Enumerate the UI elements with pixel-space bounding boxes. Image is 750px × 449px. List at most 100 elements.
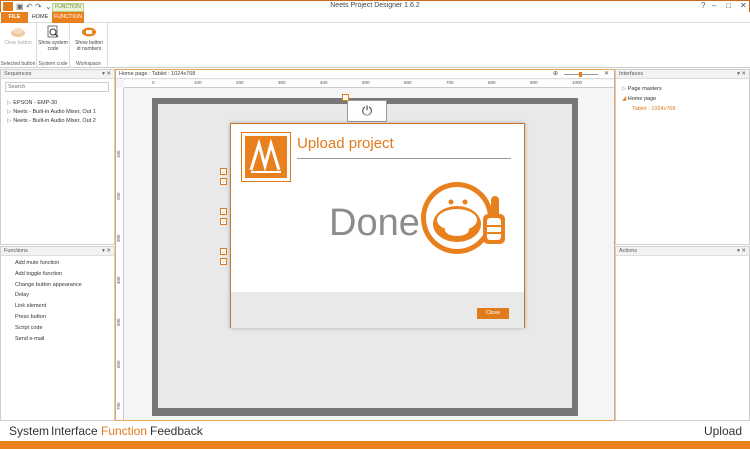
interfaces-title: Interfaces [619, 71, 644, 77]
function-item[interactable]: Delay [1, 290, 114, 301]
horizontal-ruler: 0 100 200 300 400 500 600 700 800 900 10… [124, 80, 614, 88]
upload-project-dialog: Upload project Done Close [230, 123, 525, 328]
function-item[interactable]: Add mute function [1, 258, 114, 269]
interfaces-header: Interfaces ▾ ✕ [616, 70, 749, 79]
nav-feedback[interactable]: Feedback [150, 424, 203, 438]
interface-item-page-masters[interactable]: ▷ Page masters [616, 84, 749, 94]
functions-header: Functions ▾ ✕ [1, 247, 114, 256]
ruler-tick-label: 300 [116, 234, 121, 242]
maximize-icon[interactable]: □ [726, 1, 731, 10]
power-button-element[interactable]: ⏻ [347, 100, 387, 122]
help-icon[interactable]: ? [701, 1, 705, 10]
button-id-icon [82, 27, 96, 37]
ruler-tick-label: 100 [116, 150, 121, 158]
ribbon: Clear button Selected button Show system… [0, 23, 750, 68]
actions-header: Actions ▾ ✕ [616, 247, 749, 256]
logo-mark-icon [249, 138, 281, 173]
upload-status-text: Done [329, 202, 420, 244]
group-label-system-code: System code [38, 61, 68, 67]
element-handle[interactable]: ○ [220, 178, 227, 185]
sequence-item[interactable]: ▷ EPSON - EMP-30 [1, 99, 114, 108]
sequences-search-input[interactable] [5, 82, 109, 92]
tab-file[interactable]: FILE [1, 12, 28, 23]
dialog-title: Upload project [297, 135, 394, 152]
panel-options-icon[interactable]: ▾ ✕ [737, 247, 746, 256]
functions-panel: Functions ▾ ✕ Add mute function Add togg… [0, 246, 115, 421]
ruler-tick-label: 700 [116, 402, 121, 410]
ruler-tick-label: 100 [194, 80, 202, 85]
element-handle[interactable]: ○ [220, 258, 227, 265]
ruler-tick-label: 600 [116, 360, 121, 368]
minimize-icon[interactable]: – [712, 1, 716, 10]
window-title: Neets Project Designer 1.6.2 [330, 2, 420, 9]
expand-arrow-icon[interactable]: ▷ [7, 118, 11, 124]
element-handle[interactable]: ○ [220, 248, 227, 255]
thumbs-up-smiley-icon [421, 182, 505, 254]
actions-panel: Actions ▾ ✕ [615, 246, 750, 421]
clear-button[interactable]: Clear button [3, 25, 33, 46]
tab-function[interactable]: FUNCTION [52, 12, 84, 23]
show-system-code-button[interactable]: Show system code [38, 25, 68, 52]
element-handle[interactable]: ○ [342, 94, 349, 101]
group-label-workspace: Workspace [76, 61, 101, 67]
show-button-id-numbers-label: Show button id numbers [75, 40, 103, 52]
expand-arrow-icon[interactable]: ▷ [7, 100, 11, 106]
function-item[interactable]: Add toggle function [1, 269, 114, 280]
ruler-tick-label: 300 [278, 80, 286, 85]
upload-button[interactable]: Upload [704, 424, 742, 438]
sequences-title: Sequences [4, 71, 32, 77]
close-window-icon[interactable]: ✕ [740, 1, 747, 10]
sequence-item[interactable]: ▷ Neets - Built-in Audio Mixer, Out 2 [1, 117, 114, 126]
sequence-item[interactable]: ▷ Neets - Built-in Audio Mixer, Out 1 [1, 108, 114, 117]
canvas-header: Home page : Tablet : 1024x768 ⊕ ✕ [116, 70, 614, 79]
function-item[interactable]: Press button [1, 312, 114, 323]
expand-arrow-icon[interactable]: ▷ [7, 109, 11, 115]
ruler-tick-label: 500 [116, 318, 121, 326]
zoom-target-icon[interactable]: ⊕ [553, 70, 558, 79]
close-button[interactable]: Close [477, 308, 509, 319]
panel-options-icon[interactable]: ▾ ✕ [102, 70, 111, 79]
ruler-tick-label: 700 [446, 80, 454, 85]
interface-item-label: Home page [627, 96, 657, 102]
nav-system[interactable]: System [9, 424, 49, 438]
sequences-header: Sequences ▾ ✕ [1, 70, 114, 79]
title-bar: ▣ ↶ ↷ ⌄ Neets Project Designer 1.6.2 ? –… [0, 0, 750, 12]
panel-options-icon[interactable]: ▾ ✕ [102, 247, 111, 256]
sequence-item-label: Neets - Built-in Audio Mixer, Out 2 [13, 118, 96, 124]
function-item[interactable]: Change button appearance [1, 280, 114, 291]
interface-item-tablet[interactable]: Tablet : 1024x768 [616, 104, 749, 114]
element-handle[interactable]: ○ [220, 218, 227, 225]
eraser-icon [11, 28, 25, 37]
interfaces-panel: Interfaces ▾ ✕ ▷ Page masters ◢ Home pag… [615, 69, 750, 245]
functions-title: Functions [4, 248, 28, 254]
title-divider [297, 158, 511, 159]
panel-options-icon[interactable]: ▾ ✕ [737, 70, 746, 79]
ribbon-group-selected-button: Clear button Selected button [0, 23, 37, 68]
ruler-tick-label: 400 [116, 276, 121, 284]
function-item[interactable]: Send e-mail [1, 334, 114, 345]
ruler-tick-label: 800 [488, 80, 496, 85]
show-button-id-numbers-button[interactable]: Show button id numbers [74, 25, 104, 52]
element-handle[interactable]: ○ [220, 208, 227, 215]
ribbon-group-workspace: Show button id numbers Workspace [70, 23, 108, 68]
vertical-ruler: 100 200 300 400 500 600 700 [116, 88, 124, 420]
function-item[interactable]: Link element [1, 301, 114, 312]
ruler-tick-label: 1000 [572, 80, 583, 85]
neets-logo-icon [241, 132, 291, 182]
canvas-close-icon[interactable]: ✕ [604, 70, 609, 79]
ribbon-group-system-code: Show system code System code [37, 23, 70, 68]
nav-function[interactable]: Function [101, 424, 147, 438]
interface-item-home-page[interactable]: ◢ Home page [616, 94, 749, 104]
show-system-code-label: Show system code [38, 40, 68, 52]
function-item[interactable]: Script code [1, 323, 114, 334]
actions-title: Actions [619, 248, 638, 254]
tab-home[interactable]: HOME [28, 12, 52, 23]
zoom-slider-thumb[interactable] [579, 72, 582, 77]
element-handle[interactable]: ○ [220, 168, 227, 175]
clear-button-label: Clear button [4, 40, 32, 46]
sequence-item-label: EPSON - EMP-30 [13, 100, 58, 106]
ruler-tick-label: 200 [116, 192, 121, 200]
ruler-tick-label: 600 [404, 80, 412, 85]
interface-item-label: Page masters [627, 86, 662, 92]
nav-interface[interactable]: Interface [51, 424, 98, 438]
